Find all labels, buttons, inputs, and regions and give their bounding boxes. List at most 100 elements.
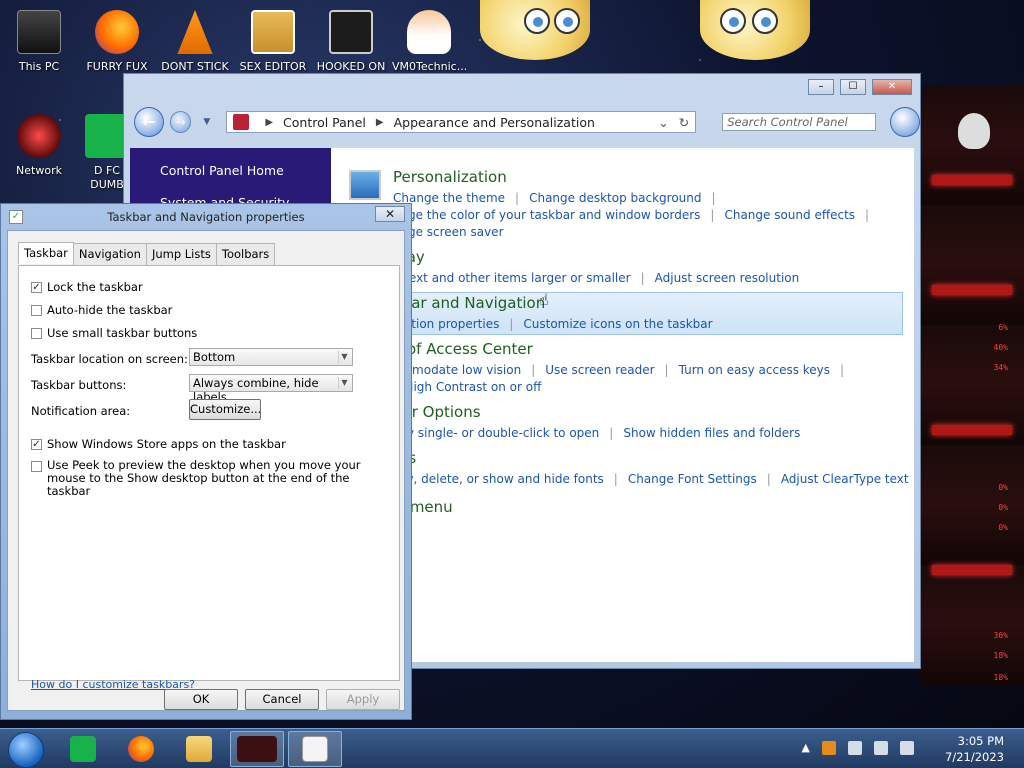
alienware-wallpaper: 6% 40% 34% 0% 0% 0% 36% 18% 18%	[920, 85, 1024, 685]
back-arrow-icon[interactable]: ←	[134, 107, 164, 137]
tab-jump-lists[interactable]: Jump Lists	[145, 243, 217, 265]
link-customize-icons[interactable]: Customize icons on the taskbar	[523, 317, 712, 331]
lock-taskbar-checkbox[interactable]: ✓ Lock the taskbar	[31, 280, 143, 294]
volume-icon[interactable]	[900, 741, 914, 755]
vlc-cone-icon	[177, 10, 213, 54]
start-button[interactable]	[8, 732, 44, 768]
alien-logo-icon	[958, 113, 990, 149]
ok-button[interactable]: OK	[164, 689, 238, 710]
link-text-size[interactable]: e text and other items larger or smaller	[393, 271, 631, 285]
location-select[interactable]: Bottom ▼	[189, 348, 353, 366]
link-low-vision[interactable]: ommodate low vision	[393, 363, 521, 377]
desktop-icon-this-pc[interactable]: This PC	[2, 10, 76, 73]
link-taskbar-color[interactable]: ange the color of your taskbar and windo…	[393, 208, 700, 222]
wallpaper-anime-art	[480, 0, 590, 60]
doctor-icon	[407, 10, 451, 54]
dialog-check-icon: ✓	[9, 210, 23, 224]
search-control-panel-input[interactable]: Search Control Panel	[722, 113, 877, 131]
link-access-keys[interactable]: Turn on easy access keys	[679, 363, 830, 377]
breadcrumb-separator-icon[interactable]: ▶	[376, 117, 384, 128]
store-apps-checkbox[interactable]: ✓ Show Windows Store apps on the taskbar	[31, 437, 286, 451]
buttons-label: Taskbar buttons:	[31, 378, 127, 392]
link-font-settings[interactable]: Change Font Settings	[628, 472, 757, 486]
computer-icon	[17, 10, 61, 54]
taskbar-item-firefox[interactable]	[114, 731, 168, 767]
peek-checkbox[interactable]: Use Peek to preview the desktop when you…	[31, 459, 381, 498]
chevron-down-icon[interactable]: ▼	[338, 377, 350, 389]
maximize-button[interactable]: ☐	[840, 79, 866, 95]
checkbox-unchecked-icon[interactable]	[31, 305, 42, 316]
spreadsheet-icon	[70, 736, 96, 762]
apply-button[interactable]: Apply	[326, 689, 400, 710]
checkbox-checked-icon[interactable]: ✓	[31, 282, 42, 293]
link-screen-resolution[interactable]: Adjust screen resolution	[655, 271, 800, 285]
refresh-icon[interactable]: ↻	[679, 115, 689, 130]
forward-arrow-icon[interactable]: →	[169, 111, 192, 133]
tab-navigation[interactable]: Navigation	[72, 243, 147, 265]
properties-check-icon	[302, 736, 328, 762]
network-icon[interactable]	[874, 741, 888, 755]
xd-editor-icon	[251, 10, 295, 54]
tab-toolbars[interactable]: Toolbars	[215, 243, 276, 265]
category-personalization: Personalization Change the theme | Change …	[393, 168, 879, 241]
link-desktop-background[interactable]: Change desktop background	[529, 191, 701, 205]
link-high-contrast[interactable]: n High Contrast on or off	[393, 380, 541, 394]
checkbox-unchecked-icon[interactable]	[31, 461, 42, 472]
category-title[interactable]: e of Access Center	[393, 340, 854, 358]
desktop-icon-hooked-on[interactable]: HOOKED ON	[314, 10, 388, 73]
close-button[interactable]: ✕	[872, 79, 912, 95]
action-center-flag-icon[interactable]	[848, 741, 862, 755]
link-cleartype[interactable]: Adjust ClearType text	[781, 472, 909, 486]
desktop-icon-vm0technic[interactable]: VM0Technic...	[392, 10, 466, 73]
taskbar-clock[interactable]: 3:05 PM 7/21/2023	[945, 733, 1004, 765]
tray-app-icon[interactable]	[822, 741, 836, 755]
taskbar-item-properties[interactable]	[288, 731, 342, 767]
checkbox-checked-icon[interactable]: ✓	[31, 439, 42, 450]
customize-button[interactable]: Customize...	[189, 399, 261, 420]
desktop-icon-firefox[interactable]: FURRY FUX	[80, 10, 154, 73]
dialog-close-button[interactable]: ✕	[375, 206, 405, 222]
taskbar-item-spreadsheet[interactable]	[56, 731, 110, 767]
link-preview-fonts[interactable]: iew, delete, or show and hide fonts	[393, 472, 604, 486]
tray-expand-icon[interactable]: ▲	[802, 741, 810, 755]
address-dropdown-icon[interactable]: ⌄	[658, 115, 668, 130]
desktop-icon-network[interactable]: Network	[2, 114, 76, 177]
category-title[interactable]: nts	[393, 449, 909, 467]
link-screen-reader[interactable]: Use screen reader	[545, 363, 654, 377]
link-hidden-files[interactable]: Show hidden files and folders	[623, 426, 800, 440]
breadcrumb-separator-icon[interactable]: ▶	[265, 117, 273, 128]
breadcrumb-appearance[interactable]: Appearance and Personalization	[394, 115, 595, 130]
sidebar-link-home[interactable]: Control Panel Home	[160, 163, 284, 178]
small-buttons-checkbox[interactable]: Use small taskbar buttons	[31, 326, 197, 340]
taskbar: ▲ 3:05 PM 7/21/2023	[0, 728, 1024, 768]
desktop-icon-xd-editor[interactable]: SEX EDITOR	[236, 10, 310, 73]
address-bar[interactable]: ▶ Control Panel ▶ Appearance and Persona…	[226, 111, 697, 133]
minimize-button[interactable]: –	[808, 79, 834, 95]
chevron-down-icon[interactable]: ▼	[338, 351, 350, 363]
category-title[interactable]: kbar and Navigation	[393, 294, 713, 312]
link-click-to-open[interactable]: cify single- or double-click to open	[393, 426, 599, 440]
auto-hide-checkbox[interactable]: Auto-hide the taskbar	[31, 303, 172, 317]
maze-icon	[329, 10, 373, 54]
system-tray: ▲	[802, 741, 914, 755]
dialog-titlebar[interactable]: ✓ Taskbar and Navigation properties ✕	[1, 204, 411, 230]
desktop-icon-vlc[interactable]: DONT STICK	[158, 10, 232, 73]
tab-taskbar[interactable]: Taskbar	[18, 242, 74, 264]
taskbar-item-control-panel[interactable]	[230, 731, 284, 767]
cancel-button[interactable]: Cancel	[245, 689, 319, 710]
personalization-icon	[349, 170, 381, 200]
recent-pages-chevron-icon[interactable]: ▼	[203, 117, 210, 127]
category-list: Personalization Change the theme | Change …	[331, 148, 914, 662]
buttons-select[interactable]: Always combine, hide labels ▼	[189, 374, 353, 404]
taskbar-item-file-explorer[interactable]	[172, 731, 226, 767]
breadcrumb-control-panel[interactable]: Control Panel	[283, 115, 366, 130]
category-title[interactable]: Personalization	[393, 168, 879, 186]
mouse-cursor-icon: ☝	[539, 290, 549, 309]
search-go-icon[interactable]	[890, 107, 920, 137]
category-ease-of-access: e of Access Center ommodate low vision | U…	[393, 340, 854, 396]
checkbox-unchecked-icon[interactable]	[31, 328, 42, 339]
control-panel-titlebar[interactable]: – ☐ ✕	[124, 74, 920, 100]
category-title[interactable]: play	[393, 248, 799, 266]
category-title[interactable]: der Options	[393, 403, 800, 421]
link-sound-effects[interactable]: Change sound effects	[724, 208, 855, 222]
